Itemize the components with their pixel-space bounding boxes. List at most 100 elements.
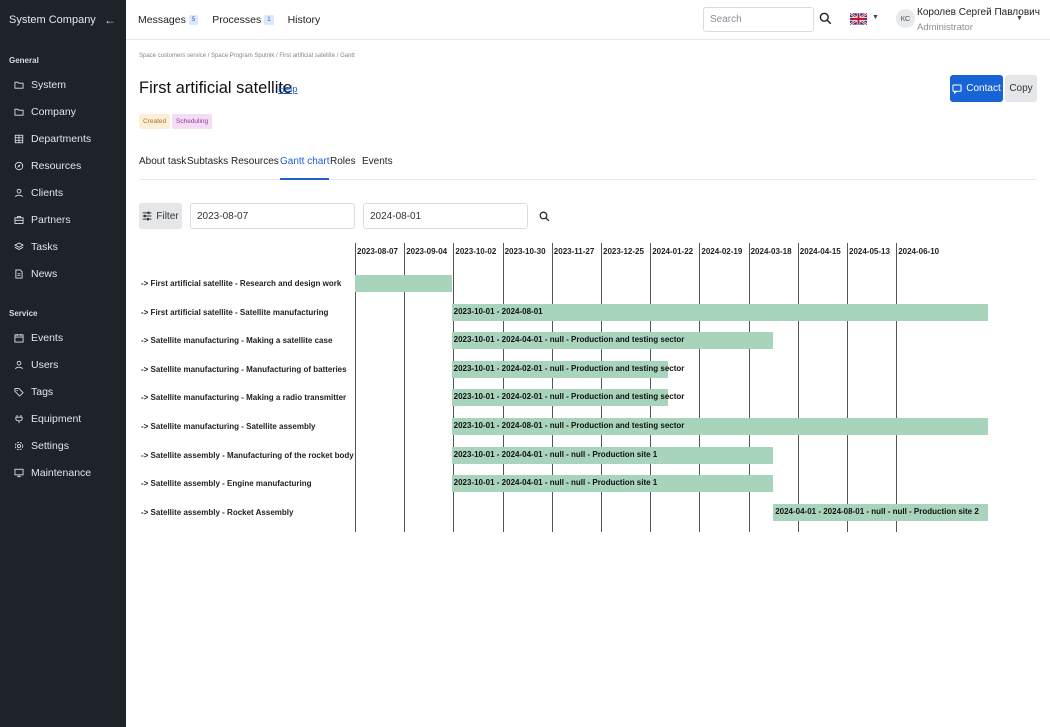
nav-history[interactable]: History xyxy=(288,14,321,26)
sidebar-item-label: Company xyxy=(31,105,76,118)
page-title: First artificial satellite xyxy=(139,79,293,97)
nav-messages[interactable]: Messages 5 xyxy=(138,14,199,26)
processes-count-badge: 1 xyxy=(264,15,274,25)
user-menu-caret-icon[interactable]: ▼ xyxy=(1016,15,1023,22)
layers-icon xyxy=(14,241,24,252)
gantt-bar[interactable]: 2023-10-01 - 2024-02-01 - null - Product… xyxy=(451,389,684,407)
tab-resources[interactable]: Resources xyxy=(231,156,279,180)
gantt-bar[interactable]: 2023-10-01 - 2024-04-01 - null - null - … xyxy=(451,475,774,493)
gantt-bar[interactable]: 2023-10-01 - 2024-04-01 - null - Product… xyxy=(451,332,774,350)
collapse-arrow-icon[interactable]: ← xyxy=(104,13,116,27)
gantt-task-label: -> Satellite manufacturing - Making a ra… xyxy=(141,393,347,403)
sidebar-item-tags[interactable]: Tags xyxy=(0,378,126,405)
gantt-date-header: 2023-09-04 xyxy=(406,247,448,256)
gantt-task-label: -> Satellite assembly - Manufacturing of… xyxy=(141,450,354,460)
sidebar-item-users[interactable]: Users xyxy=(0,351,126,378)
sidebar-item-maintenance[interactable]: Maintenance xyxy=(0,459,126,486)
sidebar-section-title: Service xyxy=(9,309,38,318)
gantt-bar-label: 2023-10-01 - 2024-02-01 - null - Product… xyxy=(453,363,685,373)
monitor-icon xyxy=(14,468,24,478)
sidebar-item-label: Settings xyxy=(31,439,69,452)
gantt-bar[interactable]: 2023-10-01 - 2024-08-01 xyxy=(451,303,988,321)
gantt-task-label: -> First artificial satellite - Satellit… xyxy=(141,307,329,317)
briefcase-icon xyxy=(14,215,24,225)
gantt-date-header: 2023-08-07 xyxy=(357,247,398,256)
gantt-bar[interactable]: 2023-10-01 - 2024-02-01 - null - Product… xyxy=(451,360,684,378)
sidebar-item-label: Departments xyxy=(31,132,92,145)
sidebar-item-label: Maintenance xyxy=(31,466,92,479)
tab-gantt-chart[interactable]: Gantt chart xyxy=(280,156,330,180)
sidebar-item-clients[interactable]: Clients xyxy=(0,179,126,206)
messages-count-badge: 5 xyxy=(188,15,199,25)
gantt-date-header: 2024-04-15 xyxy=(799,247,841,256)
filter-button[interactable]: Filter xyxy=(139,203,182,229)
compass-icon xyxy=(14,161,24,171)
sidebar-item-partners[interactable]: Partners xyxy=(0,206,126,233)
gantt-bar-label: 2023-10-01 - 2024-08-01 - null - Product… xyxy=(453,421,685,430)
sidebar-item-system[interactable]: System xyxy=(0,71,126,98)
sidebar-item-label: Equipment xyxy=(31,412,82,425)
folder-icon xyxy=(14,107,24,117)
sidebar-item-label: Tasks xyxy=(31,240,58,253)
search-icon xyxy=(539,211,550,221)
gantt-chart: 2023-08-07 2023-09-04 2023-10-02 2023-10-30… xyxy=(139,243,999,533)
gantt-bar-label: 2023-10-01 - 2024-04-01 - null - null - … xyxy=(453,478,658,488)
gantt-date-header: 2023-12-25 xyxy=(603,247,644,256)
gantt-date-header: 2023-10-02 xyxy=(455,247,497,256)
sidebar-item-label: Clients xyxy=(31,186,64,199)
copy-button[interactable]: Copy xyxy=(1005,75,1037,102)
search-input[interactable] xyxy=(703,7,814,32)
breadcrumb[interactable]: Space customers service / Space Program … xyxy=(139,53,355,59)
sidebar-item-equipment[interactable]: Equipment xyxy=(0,405,126,432)
sliders-icon xyxy=(143,211,152,221)
sidebar-item-news[interactable]: News xyxy=(0,260,126,287)
gantt-bar-label: 2023-10-01 - 2024-04-01 - null - null - … xyxy=(453,449,658,459)
gantt-bar-label: 2023-10-01 - 2024-02-01 - null - Product… xyxy=(453,392,685,402)
gantt-bar[interactable]: 2023-10-01 - 2024-04-01 - null - null - … xyxy=(451,446,774,464)
sidebar-item-label: Partners xyxy=(31,213,71,226)
sidebar-item-label: Events xyxy=(31,331,64,344)
sidebar-item-label: Tags xyxy=(31,385,54,398)
gantt-gridline xyxy=(896,243,898,532)
tab-subtasks[interactable]: Subtasks xyxy=(187,156,228,180)
tab-events[interactable]: Events xyxy=(362,156,393,180)
sidebar-header: System Company ← xyxy=(0,0,126,40)
user-role: Administrator xyxy=(917,22,973,33)
sidebar-item-label: Resources xyxy=(31,159,82,172)
gantt-date-header: 2023-11-27 xyxy=(553,247,595,256)
sidebar-item-resources[interactable]: Resources xyxy=(0,152,126,179)
gantt-gridline xyxy=(797,243,799,532)
sidebar-item-company[interactable]: Company xyxy=(0,98,126,125)
search-icon[interactable] xyxy=(819,12,832,25)
plug-icon xyxy=(14,414,24,424)
person-icon xyxy=(14,360,24,370)
sidebar-item-tasks[interactable]: Tasks xyxy=(0,233,126,260)
nav-processes[interactable]: Processes 1 xyxy=(212,14,274,26)
gantt-bar[interactable]: 2024-04-01 - 2024-08-01 - null - null - … xyxy=(773,503,988,521)
gantt-date-header: 2024-05-13 xyxy=(849,247,890,256)
gantt-task-label: -> Satellite assembly - Rocket Assembly xyxy=(141,507,294,517)
tag-icon xyxy=(14,387,24,397)
tab-roles[interactable]: Roles xyxy=(330,156,356,180)
gantt-bar[interactable] xyxy=(355,275,452,292)
date-to-input[interactable] xyxy=(363,203,528,229)
gantt-task-label: -> Satellite manufacturing - Making a sa… xyxy=(141,336,333,346)
tab-bar: About task Subtasks Resources Gantt char… xyxy=(139,152,1037,180)
contact-button[interactable]: Contact xyxy=(950,75,1003,102)
uk-flag-icon[interactable] xyxy=(850,13,867,25)
avatar[interactable]: КС xyxy=(896,9,915,28)
document-icon xyxy=(14,269,24,279)
sidebar-item-departments[interactable]: Departments xyxy=(0,125,126,152)
sidebar-item-settings[interactable]: Settings xyxy=(0,432,126,459)
tab-about-task[interactable]: About task xyxy=(139,156,186,180)
gantt-bar[interactable]: 2023-10-01 - 2024-08-01 - null - Product… xyxy=(451,418,988,435)
language-caret-icon[interactable]: ▼ xyxy=(872,14,879,21)
gantt-date-header: 2024-01-22 xyxy=(652,247,694,256)
sidebar-item-events[interactable]: Events xyxy=(0,324,126,351)
date-from-input[interactable] xyxy=(190,203,355,229)
gantt-task-label: -> First artificial satellite - Research… xyxy=(141,279,342,288)
topbar: Messages5 Processes1 History ▼ КС Короле… xyxy=(126,0,1050,40)
date-search-button[interactable] xyxy=(536,205,553,227)
gantt-gridline xyxy=(847,243,848,532)
help-link[interactable]: Help xyxy=(278,84,298,95)
